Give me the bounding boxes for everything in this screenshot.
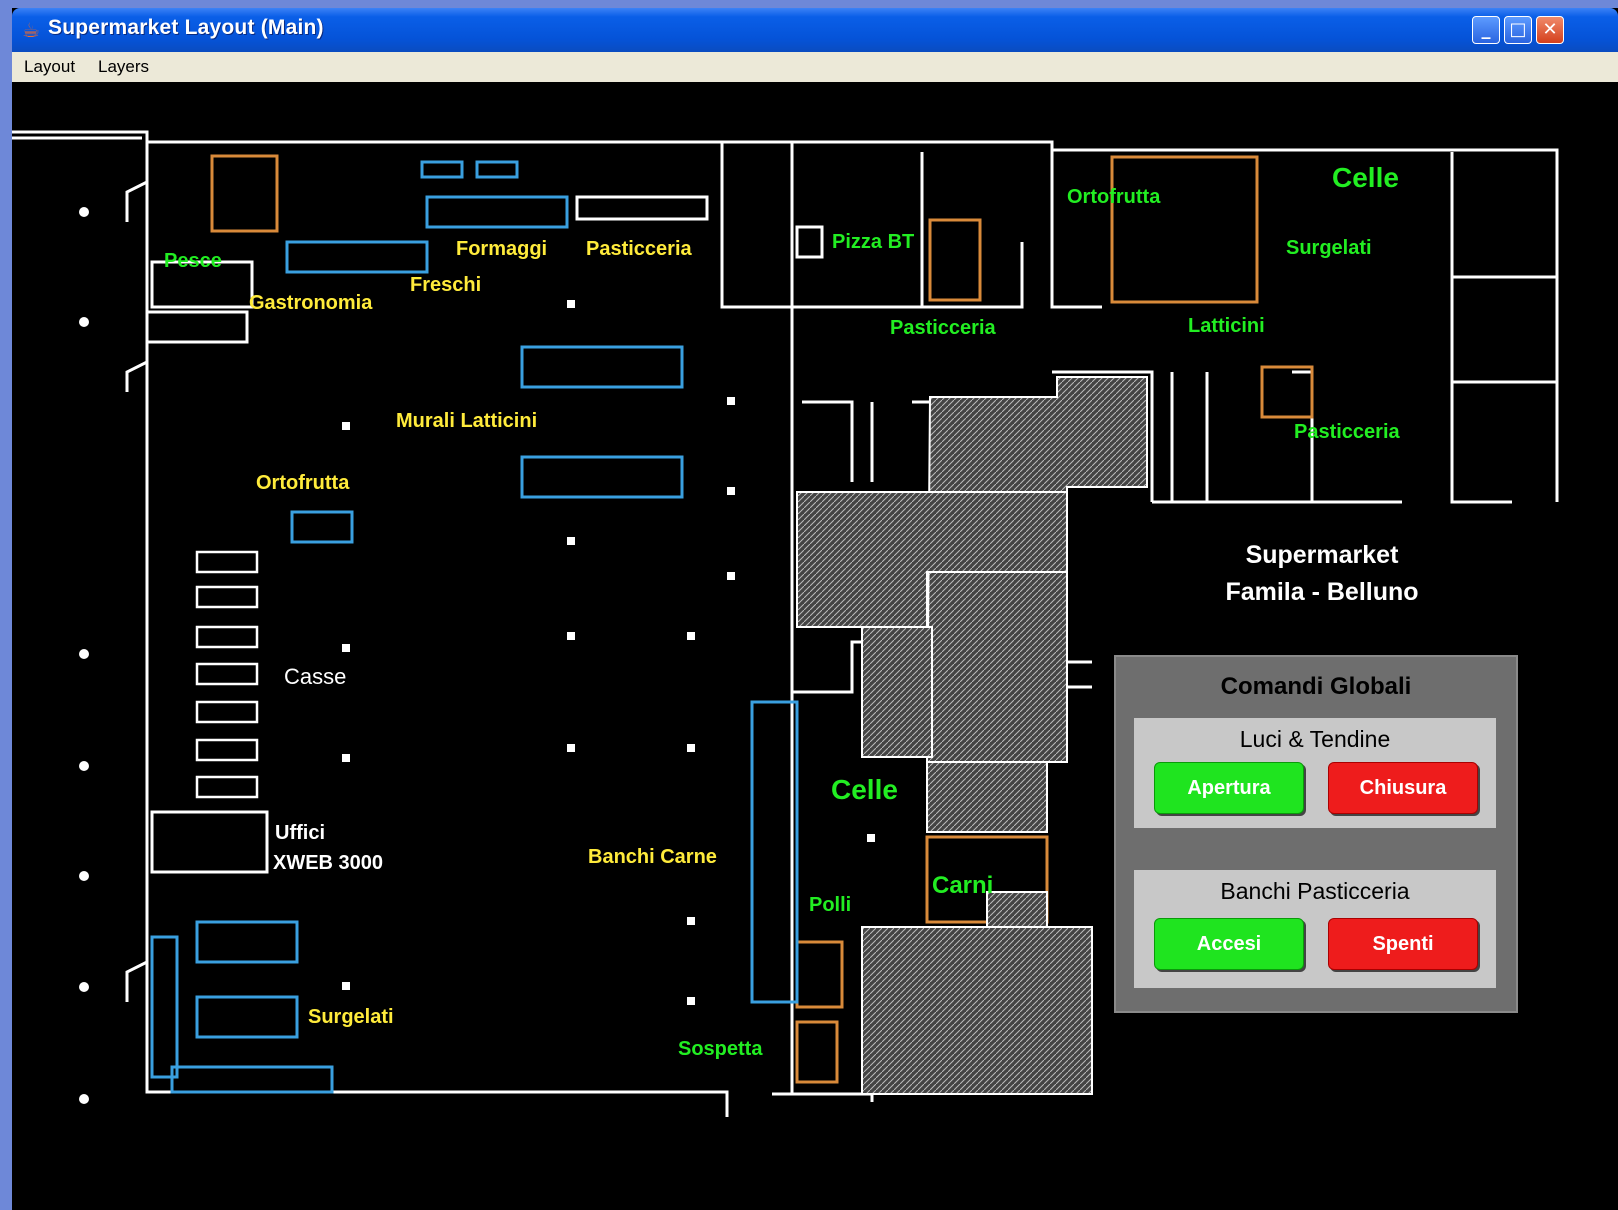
- label-celle-top: Celle: [1332, 162, 1399, 193]
- label-pasticceria-lab: Pasticceria: [890, 317, 996, 339]
- label-pasticceria-cella: Pasticceria: [1294, 421, 1400, 443]
- label-surgelati: Surgelati: [308, 1006, 394, 1028]
- global-commands-panel: Comandi Globali Luci & Tendine Apertura …: [1114, 655, 1518, 1013]
- label-pasticceria-top: Pasticceria: [586, 238, 692, 260]
- store-name-line2: Famila - Belluno: [1225, 578, 1419, 606]
- label-pizza-bt: Pizza BT: [832, 231, 915, 253]
- opening-button[interactable]: Apertura: [1154, 762, 1304, 814]
- label-celle-bottom: Celle: [831, 774, 898, 805]
- label-sospetta: Sospetta: [678, 1038, 763, 1060]
- menu-layers[interactable]: Layers: [98, 57, 149, 77]
- label-casse: Casse: [284, 664, 347, 689]
- label-uffici: Uffici: [275, 822, 325, 844]
- floorplan-drawing: [12, 130, 1559, 1117]
- counters-off-button[interactable]: Spenti: [1328, 918, 1478, 970]
- panel-title: Comandi Globali: [1220, 673, 1412, 700]
- label-gastronomia: Gastronomia: [249, 292, 373, 314]
- title-bar[interactable]: ☕ Supermarket Layout (Main) _ □ ✕: [12, 8, 1618, 52]
- label-xweb: XWEB 3000: [273, 852, 384, 874]
- label-formaggi: Formaggi: [456, 238, 548, 260]
- close-button[interactable]: ✕: [1536, 16, 1564, 44]
- label-carni: Carni: [932, 872, 994, 899]
- label-surgelati-cella: Surgelati: [1286, 237, 1372, 259]
- store-name: Supermarket Famila - Belluno: [1192, 537, 1452, 611]
- app-window: ☕ Supermarket Layout (Main) _ □ ✕ Layout…: [12, 8, 1618, 1210]
- label-freschi: Freschi: [410, 274, 482, 296]
- label-pesce: Pesce: [164, 250, 222, 272]
- label-latticini-cella: Latticini: [1188, 315, 1265, 337]
- java-cup-icon: ☕: [22, 18, 40, 42]
- group-title-pastry: Banchi Pasticceria: [1220, 878, 1410, 904]
- group-lights-curtains: Luci & Tendine Apertura Chiusura: [1134, 718, 1496, 828]
- group-pastry-counters: Banchi Pasticceria Accesi Spenti: [1134, 870, 1496, 988]
- menu-layout[interactable]: Layout: [24, 57, 75, 77]
- maximize-button[interactable]: □: [1504, 16, 1532, 44]
- closing-button[interactable]: Chiusura: [1328, 762, 1478, 814]
- label-ortofrutta: Ortofrutta: [256, 472, 350, 494]
- label-ortofrutta-cella: Ortofrutta: [1067, 186, 1161, 208]
- label-murali-latticini: Murali Latticini: [396, 410, 538, 432]
- floorplan-canvas[interactable]: Formaggi Pasticceria Freschi Gastronomia…: [12, 82, 1618, 1210]
- counters-on-button[interactable]: Accesi: [1154, 918, 1304, 970]
- label-banchi-carne: Banchi Carne: [588, 846, 717, 868]
- store-name-line1: Supermarket: [1245, 541, 1399, 569]
- label-polli: Polli: [809, 894, 852, 916]
- menu-bar: Layout Layers: [12, 52, 1618, 82]
- minimize-button[interactable]: _: [1472, 16, 1500, 44]
- window-title: Supermarket Layout (Main): [48, 16, 324, 39]
- group-title-lights: Luci & Tendine: [1239, 726, 1391, 752]
